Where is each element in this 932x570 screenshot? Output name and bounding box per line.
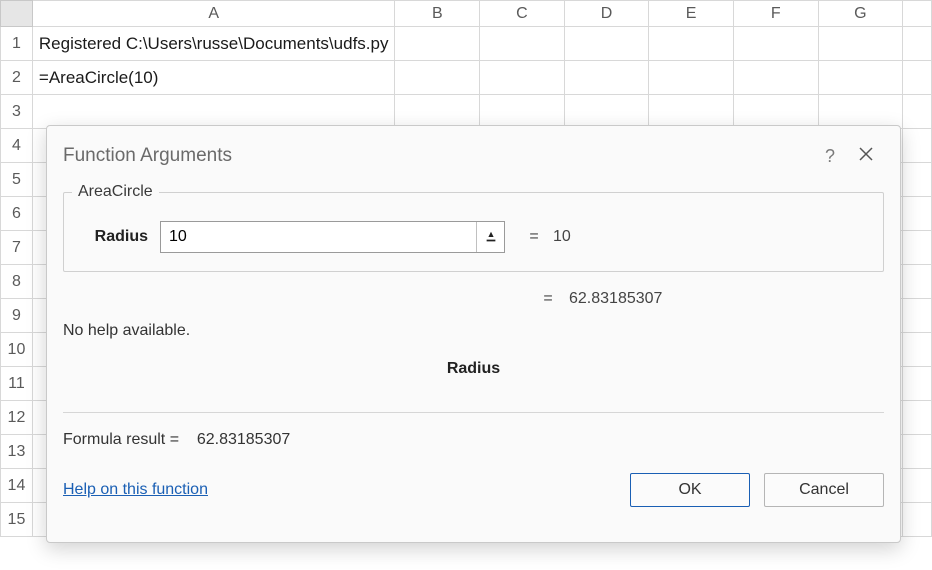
cell[interactable] — [903, 333, 932, 367]
row-header-2[interactable]: 2 — [1, 61, 33, 95]
row-header-12[interactable]: 12 — [1, 401, 33, 435]
cell[interactable] — [649, 61, 734, 95]
row-header-14[interactable]: 14 — [1, 469, 33, 503]
cell[interactable] — [903, 163, 932, 197]
formula-result-value: 62.83185307 — [197, 431, 290, 448]
cell[interactable] — [395, 95, 480, 129]
cell[interactable] — [903, 27, 932, 61]
row-header-4[interactable]: 4 — [1, 129, 33, 163]
cell[interactable] — [32, 95, 395, 129]
equals-sign: = — [527, 228, 541, 246]
row-header-7[interactable]: 7 — [1, 231, 33, 265]
cell[interactable] — [903, 231, 932, 265]
col-header-gutter — [903, 1, 932, 27]
row-header-8[interactable]: 8 — [1, 265, 33, 299]
col-header-f[interactable]: F — [733, 1, 818, 27]
col-header-a[interactable]: A — [32, 1, 395, 27]
help-on-function-link[interactable]: Help on this function — [63, 481, 208, 499]
arg-label-radius: Radius — [78, 228, 148, 246]
row-header-5[interactable]: 5 — [1, 163, 33, 197]
cell[interactable] — [903, 401, 932, 435]
cell[interactable] — [480, 95, 565, 129]
cell[interactable] — [733, 61, 818, 95]
select-all-corner[interactable] — [1, 1, 33, 27]
row-header-13[interactable]: 13 — [1, 435, 33, 469]
cell[interactable] — [733, 27, 818, 61]
cell[interactable] — [903, 299, 932, 333]
col-header-b[interactable]: B — [395, 1, 480, 27]
cell[interactable] — [903, 197, 932, 231]
divider — [63, 412, 884, 413]
col-header-g[interactable]: G — [818, 1, 903, 27]
function-name-legend: AreaCircle — [72, 183, 159, 201]
row-header-15[interactable]: 15 — [1, 503, 33, 537]
cell[interactable] — [903, 367, 932, 401]
cell[interactable] — [903, 265, 932, 299]
cell[interactable] — [395, 27, 480, 61]
help-icon[interactable]: ? — [812, 146, 848, 167]
cell[interactable] — [480, 27, 565, 61]
cell[interactable] — [903, 503, 932, 537]
row-header-3[interactable]: 3 — [1, 95, 33, 129]
cancel-button[interactable]: Cancel — [764, 473, 884, 507]
cell[interactable] — [903, 61, 932, 95]
cell[interactable] — [480, 61, 565, 95]
cell[interactable] — [649, 27, 734, 61]
cell[interactable] — [733, 95, 818, 129]
argument-groupbox: AreaCircle Radius = 10 — [63, 192, 884, 272]
arg-input-radius[interactable] — [161, 228, 476, 246]
col-header-d[interactable]: D — [564, 1, 649, 27]
close-icon[interactable] — [848, 146, 884, 167]
col-header-e[interactable]: E — [649, 1, 734, 27]
cell-a1[interactable]: Registered C:\Users\russe\Documents\udfs… — [32, 27, 395, 61]
function-help-text: No help available. — [63, 322, 884, 340]
equals-sign: = — [541, 290, 555, 308]
cell[interactable] — [649, 95, 734, 129]
cell[interactable] — [564, 27, 649, 61]
cell[interactable] — [395, 61, 480, 95]
function-arguments-dialog: Function Arguments ? AreaCircle Radius =… — [46, 125, 901, 543]
ok-button[interactable]: OK — [630, 473, 750, 507]
dialog-title: Function Arguments — [63, 145, 812, 167]
row-header-1[interactable]: 1 — [1, 27, 33, 61]
col-header-c[interactable]: C — [480, 1, 565, 27]
cell[interactable] — [903, 129, 932, 163]
cell[interactable] — [903, 95, 932, 129]
function-result-value: 62.83185307 — [569, 290, 662, 308]
arg-evaluated-value: 10 — [553, 228, 571, 246]
row-header-9[interactable]: 9 — [1, 299, 33, 333]
cell[interactable] — [564, 95, 649, 129]
cell[interactable] — [903, 435, 932, 469]
cell[interactable] — [903, 469, 932, 503]
row-header-11[interactable]: 11 — [1, 367, 33, 401]
current-argument-name: Radius — [63, 360, 884, 378]
row-header-6[interactable]: 6 — [1, 197, 33, 231]
collapse-dialog-icon[interactable] — [476, 222, 504, 252]
cell[interactable] — [818, 61, 903, 95]
arg-input-wrap — [160, 221, 505, 253]
formula-result-label: Formula result = — [63, 431, 179, 448]
cell[interactable] — [818, 95, 903, 129]
cell[interactable] — [818, 27, 903, 61]
cell-a2[interactable]: =AreaCircle(10) — [32, 61, 395, 95]
row-header-10[interactable]: 10 — [1, 333, 33, 367]
cell[interactable] — [564, 61, 649, 95]
